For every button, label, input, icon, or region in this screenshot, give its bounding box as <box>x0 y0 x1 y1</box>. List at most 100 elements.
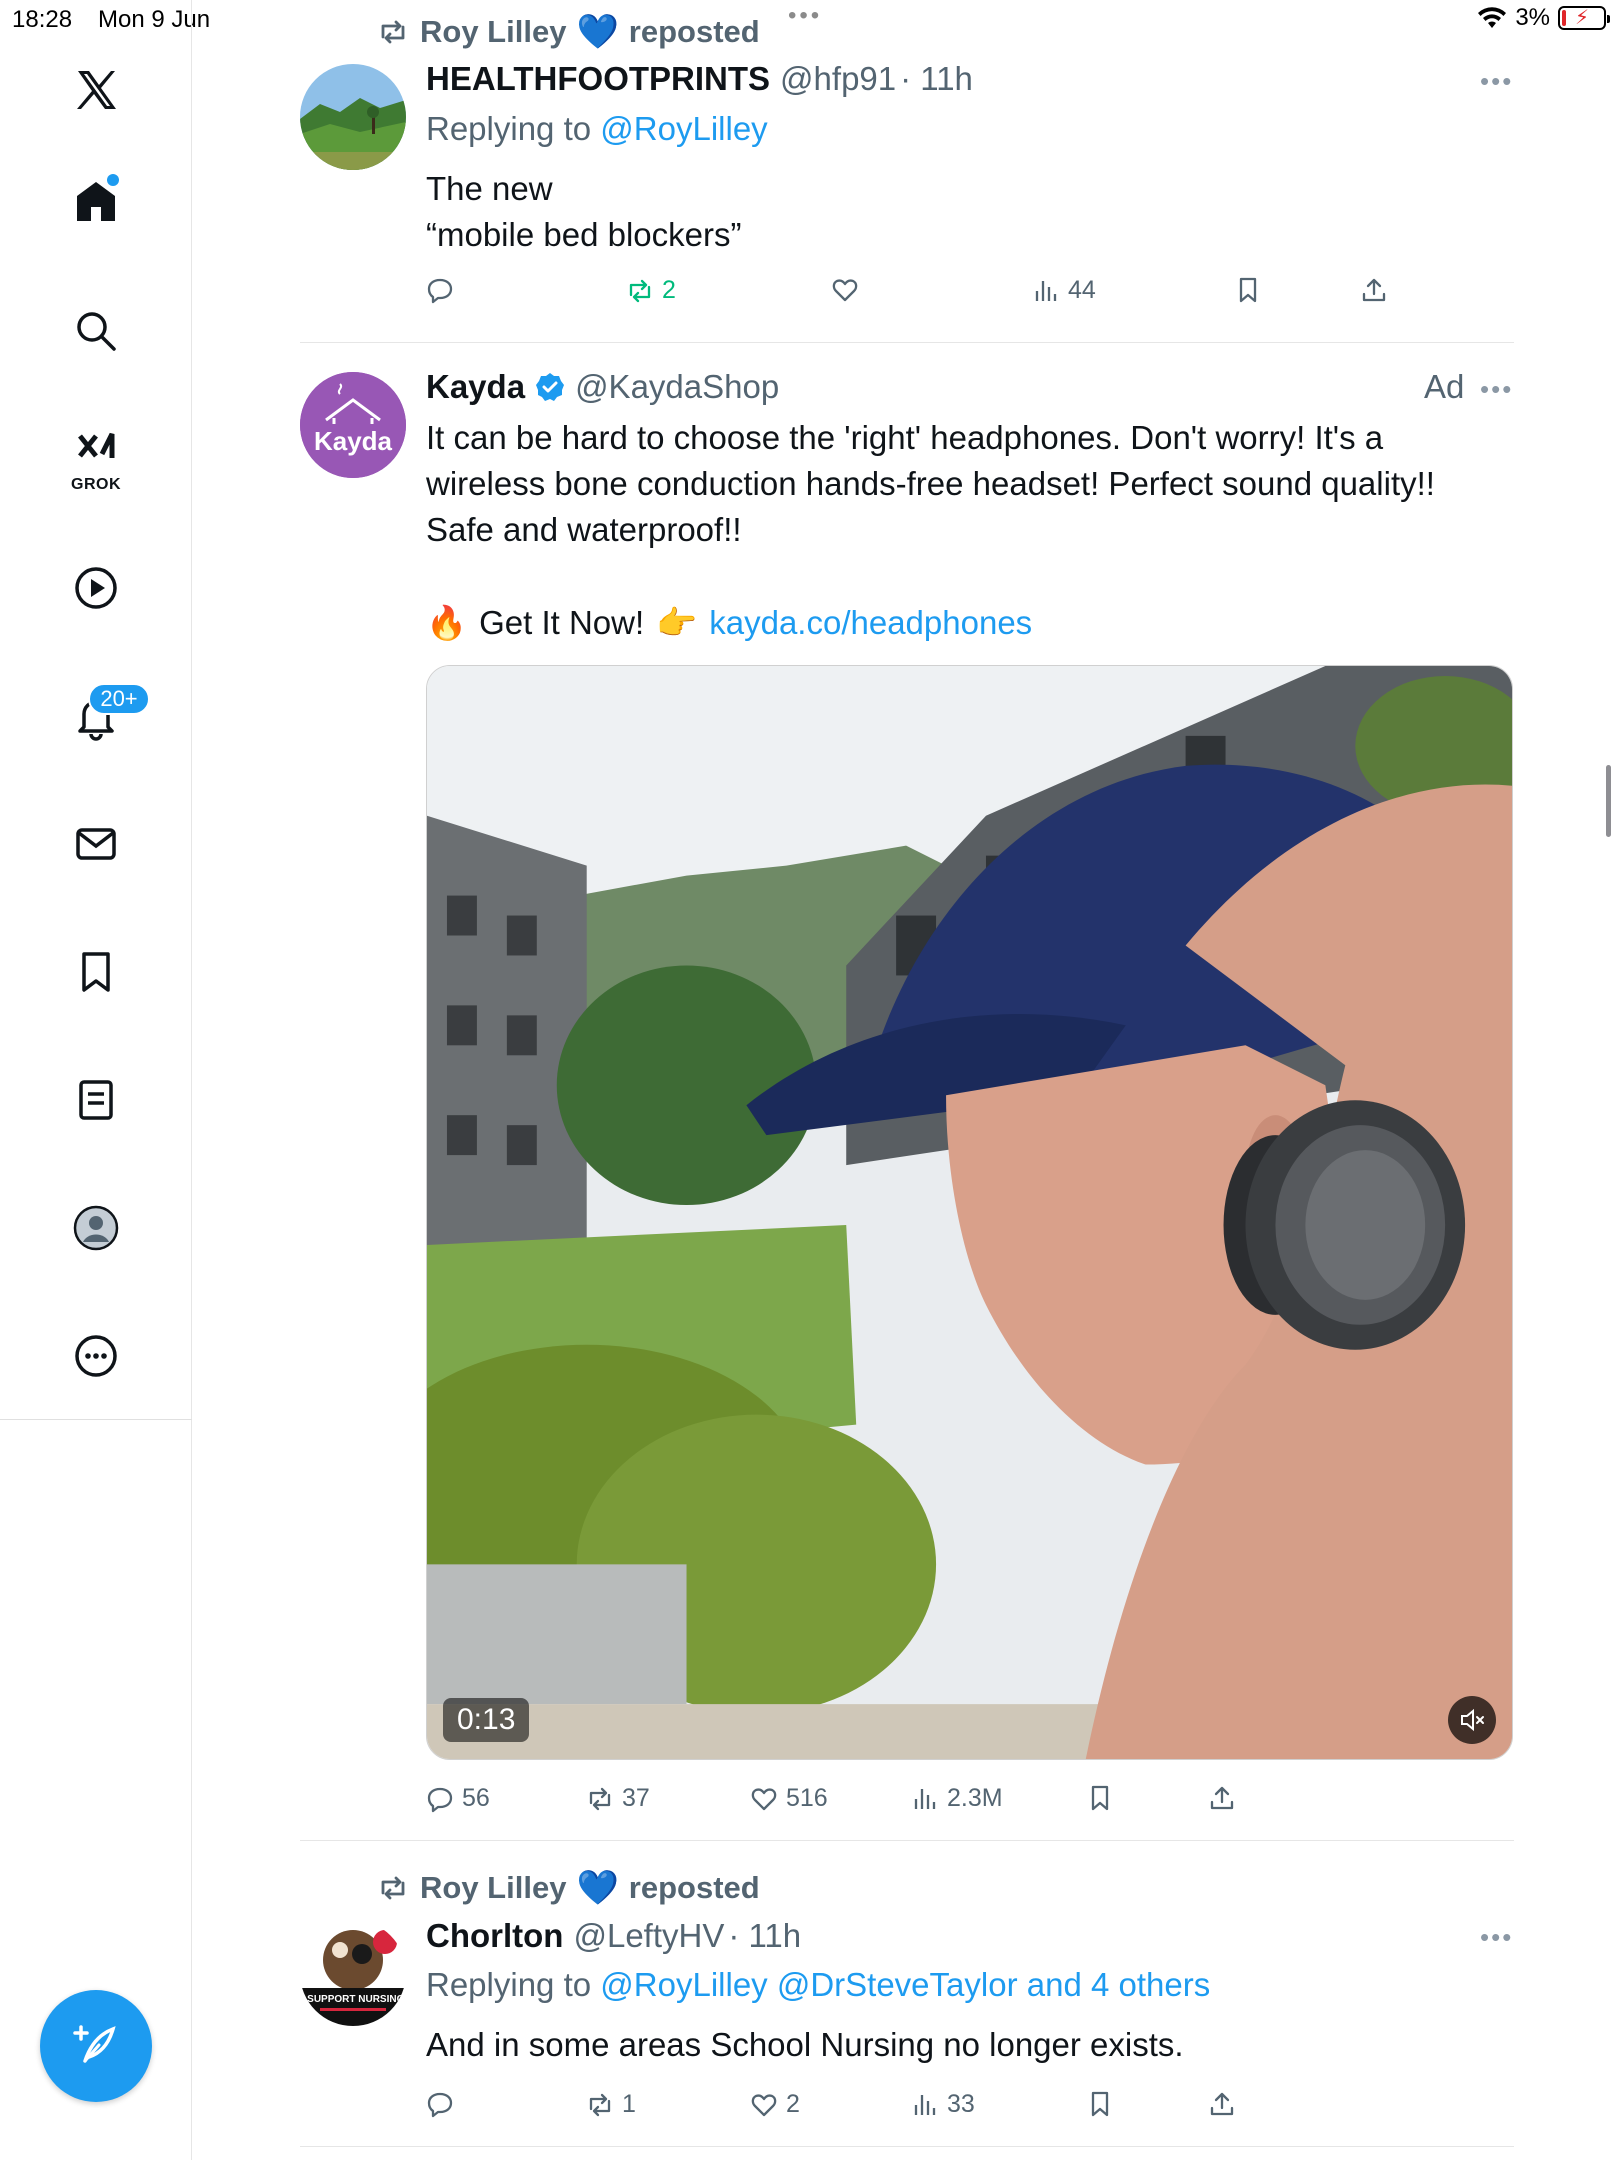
tweet-actions: 56 37 516 2.3M <box>426 1784 1426 1824</box>
tweet-text: The new “mobile bed blockers” <box>426 166 741 258</box>
handle[interactable]: @LeftyHV <box>573 1917 724 1955</box>
views-chart-icon <box>914 2094 936 2115</box>
tweet-text-line: wireless bone conduction hands-free head… <box>426 465 1435 502</box>
speaker-muted-icon <box>1461 1708 1484 1732</box>
reply-count: 56 <box>462 1784 490 1812</box>
battery-icon: ⚡ <box>1558 6 1610 30</box>
repost-icon <box>381 1876 405 1900</box>
repost-button[interactable]: 2 <box>626 276 676 305</box>
share-button[interactable] <box>1360 276 1388 304</box>
like-count: 2 <box>786 2090 800 2118</box>
x-logo-icon[interactable] <box>66 60 126 120</box>
tweet-more-icon[interactable]: ••• <box>1480 66 1513 97</box>
grok-label: GROK <box>71 476 121 493</box>
views-button[interactable]: 2.3M <box>911 1784 1003 1813</box>
avatar[interactable]: I SUPPORT NURSING <box>300 1920 406 2026</box>
display-name[interactable]: Chorlton <box>426 1917 563 1955</box>
video-frame <box>427 666 1512 1759</box>
repost-author: Roy Lilley <box>420 1870 567 1905</box>
pointing-hand-icon: 👉 <box>656 604 698 641</box>
mute-button[interactable] <box>1448 1696 1496 1744</box>
grok-icon[interactable] <box>66 420 126 480</box>
bookmark-icon <box>1091 1785 1109 1811</box>
handle[interactable]: @KaydaShop <box>575 368 779 406</box>
share-button[interactable] <box>1208 1784 1236 1812</box>
bookmark-icon <box>1239 277 1257 303</box>
tweet-header: HEALTHFOOTPRINTS @hfp91 · 11h <box>426 60 973 98</box>
tweet-divider <box>300 2146 1514 2147</box>
repost-context[interactable]: Roy Lilley 💙 reposted <box>376 1870 760 1906</box>
like-button[interactable] <box>831 276 867 304</box>
cta-text: Get It Now! <box>479 604 645 641</box>
bookmark-button[interactable] <box>1086 1784 1114 1812</box>
repost-button[interactable]: 37 <box>586 1784 650 1813</box>
reply-icon <box>427 278 453 304</box>
share-button[interactable] <box>1208 2090 1236 2118</box>
display-name[interactable]: Kayda <box>426 368 525 406</box>
compose-post-button[interactable] <box>40 1990 152 2102</box>
tweet-more-icon[interactable]: ••• <box>1480 1922 1513 1953</box>
tweet-cta: 🔥 Get It Now! 👉 kayda.co/headphones <box>426 600 1032 646</box>
video-player[interactable]: 0:13 <box>426 665 1513 1760</box>
bookmark-button[interactable] <box>1234 276 1262 304</box>
reply-button[interactable] <box>426 276 462 304</box>
reply-button[interactable] <box>426 2090 462 2118</box>
replying-to: Replying to @RoyLilley @DrSteveTaylor an… <box>426 1966 1210 2004</box>
views-button[interactable]: 44 <box>1032 276 1096 305</box>
cta-link[interactable]: kayda.co/headphones <box>709 600 1032 646</box>
tweet-actions: 1 2 33 <box>426 2090 1426 2130</box>
timestamp[interactable]: · 11h <box>900 60 973 98</box>
bookmark-button[interactable] <box>1086 2090 1114 2118</box>
handle[interactable]: @hfp91 <box>780 60 896 98</box>
repost-suffix: reposted <box>628 14 760 49</box>
ad-label: Ad <box>1424 368 1465 405</box>
search-icon[interactable] <box>66 301 126 361</box>
tweet-text-line: It can be hard to choose the 'right' hea… <box>426 419 1384 456</box>
scrollbar[interactable] <box>1606 765 1611 837</box>
battery-percent: 3% <box>1515 4 1550 31</box>
verified-badge-icon <box>536 373 565 401</box>
status-bar: 18:28 Mon 9 Jun ••• 3% ⚡ <box>0 0 1620 40</box>
bookmarks-icon[interactable] <box>66 942 126 1002</box>
notifications-badge: 20+ <box>88 683 150 715</box>
tweet-more-icon[interactable]: ••• <box>1480 374 1513 405</box>
reply-button[interactable]: 56 <box>426 1784 490 1813</box>
avatar-text: I SUPPORT NURSING <box>302 1994 405 2005</box>
replying-to: Replying to @RoyLilley <box>426 110 768 148</box>
like-count: 516 <box>786 1784 828 1812</box>
repost-context[interactable]: Roy Lilley 💙 reposted <box>376 14 760 50</box>
views-button[interactable]: 33 <box>911 2090 975 2119</box>
repost-author: Roy Lilley <box>420 14 567 49</box>
tweet-text: It can be hard to choose the 'right' hea… <box>426 415 1435 553</box>
replying-to-handles[interactable]: @RoyLilley @DrSteveTaylor and 4 others <box>600 1966 1210 2003</box>
profile-avatar-icon[interactable] <box>66 1198 126 1258</box>
replying-to-handle[interactable]: @RoyLilley <box>600 110 767 147</box>
repost-icon <box>589 2093 611 2116</box>
repost-button[interactable]: 1 <box>586 2090 636 2119</box>
tweet-header: Chorlton @LeftyHV · 11h <box>426 1917 801 1955</box>
sidebar: GROK 20+ <box>0 0 192 2160</box>
avatar[interactable]: Kayda <box>300 372 406 478</box>
more-options-icon[interactable] <box>66 1326 126 1386</box>
reply-icon <box>427 2092 453 2118</box>
display-name[interactable]: HEALTHFOOTPRINTS <box>426 60 770 98</box>
repost-icon <box>589 1787 611 1810</box>
tweet-text-line: And in some areas School Nursing no long… <box>426 2026 1184 2063</box>
messages-envelope-icon[interactable] <box>66 814 126 874</box>
timestamp[interactable]: · 11h <box>728 1917 801 1955</box>
reply-icon <box>427 1787 453 1812</box>
multitasking-dots-icon[interactable]: ••• <box>788 2 822 30</box>
repost-count: 2 <box>662 276 676 304</box>
sidebar-divider <box>0 1419 192 1420</box>
tweet-text-line: “mobile bed blockers” <box>426 216 742 253</box>
views-chart-icon <box>1035 280 1057 301</box>
lists-icon[interactable] <box>66 1070 126 1130</box>
video-play-icon[interactable] <box>66 558 126 618</box>
like-button[interactable]: 516 <box>750 1784 828 1813</box>
wifi-icon <box>1478 7 1507 28</box>
fire-icon: 🔥 <box>426 604 468 641</box>
heart-icon <box>751 1787 777 1810</box>
like-button[interactable]: 2 <box>750 2090 800 2119</box>
heart-icon <box>751 2093 777 2116</box>
avatar[interactable] <box>300 64 406 170</box>
